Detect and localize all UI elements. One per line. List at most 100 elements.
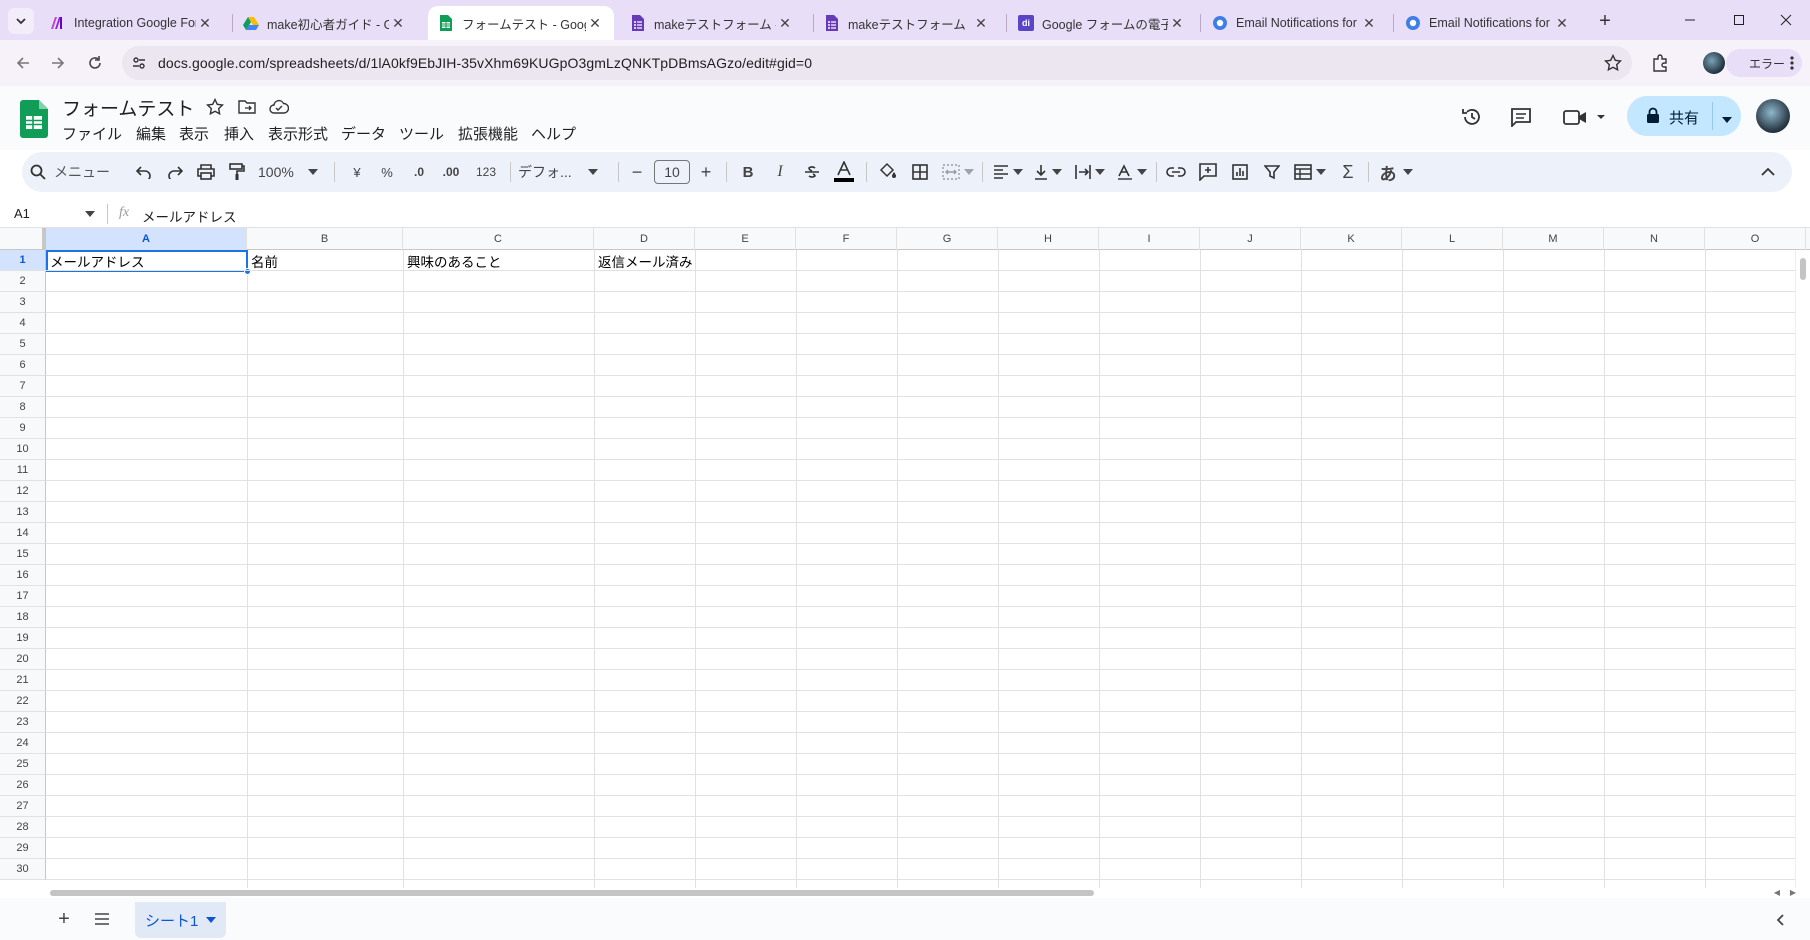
insert-comment-button[interactable] xyxy=(1194,152,1222,192)
add-sheet-button[interactable]: + xyxy=(50,906,78,932)
menu-insert[interactable]: 挿入 xyxy=(224,123,254,144)
column-header-b[interactable]: B xyxy=(247,228,403,250)
functions-button[interactable]: Σ xyxy=(1334,152,1362,192)
row-header-17[interactable]: 17 xyxy=(0,586,46,607)
profile-avatar[interactable] xyxy=(1703,52,1725,74)
google-sheets-logo-icon[interactable] xyxy=(20,100,48,141)
row-header-14[interactable]: 14 xyxy=(0,523,46,544)
redo-button[interactable] xyxy=(161,152,189,192)
row-header-30[interactable]: 30 xyxy=(0,859,46,880)
forward-button[interactable] xyxy=(44,49,72,77)
font-size-input[interactable]: 10 xyxy=(654,152,690,192)
column-header-f[interactable]: F xyxy=(796,228,897,250)
star-icon[interactable] xyxy=(205,97,225,119)
increase-font-size-button[interactable]: + xyxy=(694,152,718,192)
name-box[interactable]: A1 xyxy=(14,206,30,221)
row-header-25[interactable]: 25 xyxy=(0,754,46,775)
paint-format-button[interactable] xyxy=(223,152,251,192)
decrease-font-size-button[interactable]: − xyxy=(625,152,649,192)
number-format-button[interactable]: 123 xyxy=(470,152,502,192)
row-header-9[interactable]: 9 xyxy=(0,418,46,439)
print-button[interactable] xyxy=(192,152,220,192)
spreadsheet-grid[interactable]: A B C D E F G H I J K L M N O メールアドレス 名前… xyxy=(0,228,1810,890)
undo-button[interactable] xyxy=(130,152,158,192)
version-history-icon[interactable] xyxy=(1461,106,1483,131)
column-header-k[interactable]: K xyxy=(1301,228,1402,250)
profile-error-button[interactable]: エラー xyxy=(1726,49,1802,77)
tab-search-button[interactable] xyxy=(8,8,34,34)
font-select[interactable]: デフォ... xyxy=(518,152,610,192)
browser-tab[interactable]: makeテストフォーム - Google ✕ xyxy=(620,6,804,40)
percent-format-button[interactable]: % xyxy=(374,152,400,192)
fill-color-button[interactable] xyxy=(874,152,902,192)
menu-data[interactable]: データ xyxy=(341,123,386,144)
share-button[interactable]: 共有 xyxy=(1627,96,1741,136)
bold-button[interactable]: B xyxy=(734,152,762,192)
column-header-g[interactable]: G xyxy=(897,228,998,250)
extensions-button[interactable] xyxy=(1646,49,1674,77)
close-window-button[interactable] xyxy=(1763,0,1809,40)
row-header-5[interactable]: 5 xyxy=(0,334,46,355)
strikethrough-button[interactable] xyxy=(798,152,826,192)
back-button[interactable] xyxy=(9,49,37,77)
vertical-scroll-thumb[interactable] xyxy=(1800,258,1806,280)
browser-tab[interactable]: makeテストフォーム ✕ xyxy=(814,6,1000,40)
text-color-button[interactable] xyxy=(830,152,858,192)
currency-format-button[interactable]: ¥ xyxy=(344,152,370,192)
reload-button[interactable] xyxy=(81,49,109,77)
row-header-4[interactable]: 4 xyxy=(0,313,46,334)
side-panel-toggle[interactable] xyxy=(1770,910,1790,930)
minimize-button[interactable] xyxy=(1667,0,1713,40)
cell-b1[interactable]: 名前 xyxy=(248,251,403,271)
menu-file[interactable]: ファイル xyxy=(62,123,122,144)
row-header-24[interactable]: 24 xyxy=(0,733,46,754)
increase-decimal-button[interactable]: .00 xyxy=(436,152,466,192)
input-tools-button[interactable]: あ xyxy=(1376,152,1416,192)
menu-view[interactable]: 表示 xyxy=(179,123,209,144)
row-header-3[interactable]: 3 xyxy=(0,292,46,313)
row-header-7[interactable]: 7 xyxy=(0,376,46,397)
column-header-m[interactable]: M xyxy=(1503,228,1604,250)
menu-help[interactable]: ヘルプ xyxy=(531,123,576,144)
formula-input[interactable]: メールアドレス xyxy=(142,206,237,226)
browser-tab[interactable]: make初心者ガイド - Google ✕ xyxy=(233,6,417,40)
column-header-a[interactable]: A xyxy=(46,228,247,250)
zoom-select[interactable]: 100% xyxy=(258,152,324,192)
close-tab-icon[interactable]: ✕ xyxy=(389,15,407,32)
column-header-h[interactable]: H xyxy=(998,228,1099,250)
column-header-e[interactable]: E xyxy=(695,228,796,250)
bookmark-star-icon[interactable] xyxy=(1603,53,1623,75)
row-header-10[interactable]: 10 xyxy=(0,439,46,460)
account-avatar[interactable] xyxy=(1756,99,1790,133)
row-header-19[interactable]: 19 xyxy=(0,628,46,649)
caret-down-icon[interactable] xyxy=(85,211,95,217)
column-header-d[interactable]: D xyxy=(594,228,695,250)
menu-edit[interactable]: 編集 xyxy=(136,123,166,144)
comments-icon[interactable] xyxy=(1510,107,1532,130)
close-tab-icon[interactable]: ✕ xyxy=(586,15,604,32)
text-wrap-button[interactable] xyxy=(1072,152,1108,192)
address-bar[interactable]: docs.google.com/spreadsheets/d/1lA0kf9Eb… xyxy=(122,46,1632,80)
filter-views-button[interactable] xyxy=(1290,152,1330,192)
cell-d1[interactable]: 返信メール済み xyxy=(595,251,695,271)
menu-tools[interactable]: ツール xyxy=(399,123,444,144)
row-header-15[interactable]: 15 xyxy=(0,544,46,565)
column-header-l[interactable]: L xyxy=(1402,228,1503,250)
scroll-right-icon[interactable]: ▶ xyxy=(1790,888,1796,897)
row-header-11[interactable]: 11 xyxy=(0,460,46,481)
meet-button[interactable] xyxy=(1563,107,1607,130)
horizontal-scroll-thumb[interactable] xyxy=(50,890,1094,896)
row-header-29[interactable]: 29 xyxy=(0,838,46,859)
row-header-23[interactable]: 23 xyxy=(0,712,46,733)
close-tab-icon[interactable]: ✕ xyxy=(1360,15,1378,32)
row-header-21[interactable]: 21 xyxy=(0,670,46,691)
column-header-o[interactable]: O xyxy=(1705,228,1806,250)
vertical-scrollbar[interactable] xyxy=(1795,250,1810,890)
row-header-26[interactable]: 26 xyxy=(0,775,46,796)
row-header-6[interactable]: 6 xyxy=(0,355,46,376)
browser-tab-active[interactable]: フォームテスト - Google スプ ✕ xyxy=(428,6,614,40)
row-header-8[interactable]: 8 xyxy=(0,397,46,418)
browser-tab[interactable]: Integration Google Forms ✕ xyxy=(40,6,224,40)
new-tab-button[interactable]: + xyxy=(1591,8,1619,34)
row-header-20[interactable]: 20 xyxy=(0,649,46,670)
